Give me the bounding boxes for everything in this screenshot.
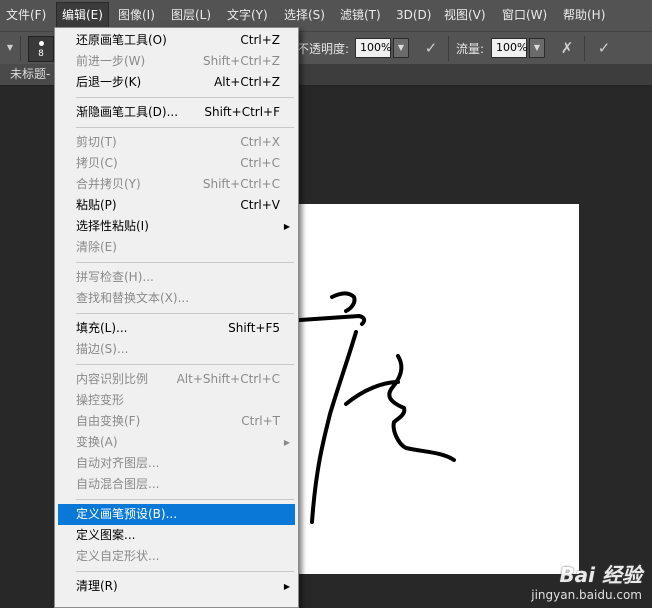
menu-item[interactable]: 拷贝(C) Ctrl+C [58,153,295,174]
menu-item-shortcut: Shift+F5 [228,321,280,335]
menu-item-label: 拼写检查(H)... [76,270,154,284]
menu-item[interactable]: 变换(A) ▶ [58,432,295,453]
menu-filter[interactable]: 滤镜(T) [340,0,381,31]
menu-file[interactable]: 文件(F) [6,0,46,31]
menu-item[interactable]: 操控变形 [58,390,295,411]
menu-item[interactable]: 自由变换(F) Ctrl+T [58,411,295,432]
menu-item-label: 自动混合图层... [76,477,160,491]
menu-separator [76,262,294,263]
opacity-dropdown-icon[interactable]: ▼ [393,38,409,58]
menu-item-shortcut: Ctrl+T [241,414,280,428]
menu-item[interactable]: 拼写检查(H)... [58,267,295,288]
menu-3d[interactable]: 3D(D) [396,0,431,31]
menu-item[interactable]: 粘贴(P) Ctrl+V [58,195,295,216]
brush-stroke-drawing [298,291,456,524]
menu-item-label: 定义自定形状... [76,549,160,563]
menu-window[interactable]: 窗口(W) [502,0,547,31]
menu-item[interactable]: 清理(R) ▶ [58,576,295,597]
menu-item-label: 定义画笔预设(B)... [76,507,178,521]
menu-item[interactable]: 内容识别比例 Alt+Shift+Ctrl+C [58,369,295,390]
menu-item-label: 自动对齐图层... [76,456,160,470]
menu-item-shortcut: Alt+Ctrl+Z [214,75,280,89]
menu-item-label: 还原画笔工具(O) [76,33,167,47]
menu-item[interactable]: 后退一步(K) Alt+Ctrl+Z [58,72,295,93]
menu-item-label: 选择性粘贴(I) [76,219,149,233]
flow-label: 流量: [456,42,485,56]
menu-item-shortcut: Alt+Shift+Ctrl+C [176,372,280,386]
menu-item-label: 前进一步(W) [76,54,146,68]
menu-item-label: 渐隐画笔工具(D)... [76,105,179,119]
opacity-label: 不透明度: [297,42,350,56]
menu-item-label: 定义图案... [76,528,136,542]
menu-separator [76,571,294,572]
menu-item-label: 合并拷贝(Y) [76,177,141,191]
submenu-arrow-icon: ▶ [283,222,290,231]
menu-separator [76,127,294,128]
menu-item-shortcut: Ctrl+V [240,198,280,212]
menu-item-label: 自由变换(F) [76,414,141,428]
menu-item-shortcut: Ctrl+X [240,135,280,149]
menu-item[interactable]: 填充(L)... Shift+F5 [58,318,295,339]
menu-item-label: 粘贴(P) [76,198,117,212]
watermark-url: jingyan.baidu.com [531,588,642,602]
menu-item-shortcut: Shift+Ctrl+Z [203,54,280,68]
brush-size-value: 8 [38,49,44,59]
menu-item-label: 操控变形 [76,393,125,407]
pressure-size-icon[interactable]: ✓ [594,38,614,58]
menu-item-label: 变换(A) [76,435,118,449]
menu-separator [76,499,294,500]
flow-input[interactable]: 100% [491,38,527,58]
menu-item-label: 后退一步(K) [76,75,142,89]
menu-item[interactable]: 剪切(T) Ctrl+X [58,132,295,153]
pressure-opacity-icon[interactable]: ✓ [421,38,441,58]
menu-item-label: 清理(R) [76,579,118,593]
submenu-arrow-icon: ▶ [283,438,290,447]
menu-item-label: 填充(L)... [76,321,128,335]
options-separator [448,36,449,61]
document-tab[interactable]: 未标题- [0,64,60,85]
menu-item[interactable]: 定义画笔预设(B)... [58,504,295,525]
menu-item-label: 清除(E) [76,240,117,254]
menu-item[interactable]: 自动混合图层... [58,474,295,495]
menu-item[interactable]: 清除(E) [58,237,295,258]
menu-item-label: 拷贝(C) [76,156,118,170]
brush-preset-picker[interactable]: 8 [28,36,54,62]
menu-item-shortcut: Shift+Ctrl+C [202,177,280,191]
menu-separator [76,97,294,98]
menu-separator [76,364,294,365]
watermark-brand: Bai 经验 [559,563,642,587]
menu-item[interactable]: 选择性粘贴(I) ▶ [58,216,295,237]
menu-help[interactable]: 帮助(H) [563,0,605,31]
brush-tip-icon [39,41,44,46]
menu-item-shortcut: Shift+Ctrl+F [204,105,280,119]
tool-preset-dropdown-icon[interactable]: ▼ [2,38,18,58]
menu-item[interactable]: 定义自定形状... [58,546,295,567]
menu-item-label: 查找和替换文本(X)... [76,291,190,305]
menu-item-label: 内容识别比例 [76,372,149,386]
menu-separator [76,313,294,314]
menu-item-label: 剪切(T) [76,135,117,149]
document-canvas[interactable] [294,204,579,574]
airbrush-icon[interactable]: ✗ [557,38,577,58]
flow-dropdown-icon[interactable]: ▼ [529,38,545,58]
menu-item[interactable]: 自动对齐图层... [58,453,295,474]
menu-edit[interactable]: 编辑(E) [56,2,109,29]
menu-item[interactable]: 描边(S)... [58,339,295,360]
opacity-input[interactable]: 100% [355,38,391,58]
menu-item[interactable]: 还原画笔工具(O) Ctrl+Z [58,30,295,51]
options-separator [20,36,21,61]
menu-view[interactable]: 视图(V) [444,0,486,31]
menu-item[interactable]: 查找和替换文本(X)... [58,288,295,309]
menu-item-label: 描边(S)... [76,342,129,356]
menu-item[interactable]: 合并拷贝(Y) Shift+Ctrl+C [58,174,295,195]
menu-item-shortcut: Ctrl+C [240,156,280,170]
menu-item[interactable]: 前进一步(W) Shift+Ctrl+Z [58,51,295,72]
options-separator [584,36,585,61]
menu-item[interactable]: 渐隐画笔工具(D)... Shift+Ctrl+F [58,102,295,123]
menu-item-shortcut: Ctrl+Z [240,33,280,47]
edit-menu: 还原画笔工具(O) Ctrl+Z 前进一步(W) Shift+Ctrl+Z 后退一步(K… [54,27,299,608]
baidu-watermark: Bai 经验 jingyan.baidu.com [531,559,642,602]
menu-item[interactable]: 定义图案... [58,525,295,546]
submenu-arrow-icon: ▶ [283,582,290,591]
